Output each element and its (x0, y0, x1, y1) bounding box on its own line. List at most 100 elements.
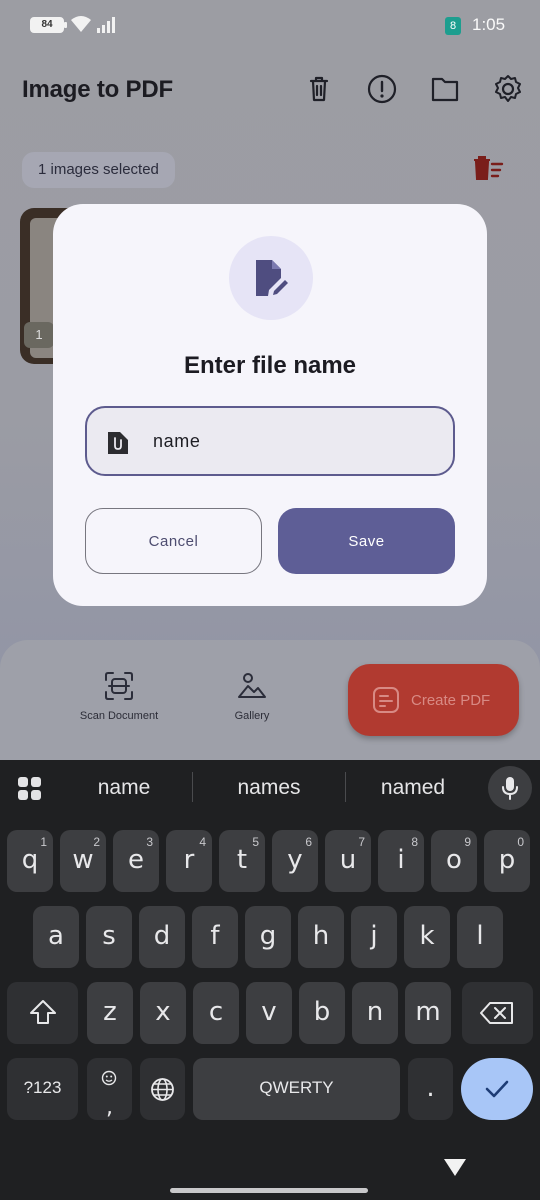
key-number-hint: 5 (252, 835, 259, 849)
language-key[interactable] (140, 1058, 185, 1120)
key-v[interactable]: v (246, 982, 292, 1044)
key-number-hint: 8 (411, 835, 418, 849)
key-label: e (128, 845, 144, 875)
suggestion-2[interactable]: names (194, 776, 344, 800)
save-button[interactable]: Save (278, 508, 455, 574)
key-label: o (446, 845, 462, 875)
key-g[interactable]: g (245, 906, 291, 968)
suggestion-1[interactable]: name (49, 776, 199, 800)
gallery-label: Gallery (234, 710, 270, 722)
selection-chip: 1 images selected (22, 152, 175, 188)
signal-icon (97, 17, 115, 33)
key-number-hint: 1 (40, 835, 47, 849)
key-y[interactable]: y6 (272, 830, 318, 892)
gallery-button[interactable]: Gallery (192, 670, 312, 722)
nav-back-icon[interactable] (443, 1157, 467, 1177)
key-label: f (210, 921, 220, 951)
delete-sort-icon[interactable] (472, 155, 504, 183)
key-label: t (236, 845, 248, 875)
key-q[interactable]: q1 (7, 830, 53, 892)
file-name-input[interactable] (153, 426, 433, 456)
key-x[interactable]: x (140, 982, 186, 1044)
app-title: Image to PDF (22, 76, 173, 103)
folder-icon[interactable] (428, 72, 462, 106)
key-label: u (339, 845, 357, 875)
enter-key[interactable] (461, 1058, 533, 1120)
key-n[interactable]: n (352, 982, 398, 1044)
clock: 1:05 (472, 15, 506, 34)
dialog-icon-badge (229, 236, 313, 320)
key-f[interactable]: f (192, 906, 238, 968)
key-r[interactable]: r4 (166, 830, 212, 892)
shift-icon (30, 1000, 56, 1024)
create-pdf-button[interactable]: Create PDF (348, 664, 519, 736)
key-label: k (419, 921, 435, 951)
suggestion-3[interactable]: named (338, 776, 488, 800)
on-screen-keyboard: name names named q1w2e3r4t5y6u7i8o9p0 as… (0, 760, 540, 1200)
wifi-icon (71, 16, 91, 32)
key-w[interactable]: w2 (60, 830, 106, 892)
document-icon (373, 687, 399, 713)
key-a[interactable]: a (33, 906, 79, 968)
key-d[interactable]: d (139, 906, 185, 968)
emoji-comma-key[interactable]: , (87, 1058, 132, 1120)
key-j[interactable]: j (351, 906, 397, 968)
key-k[interactable]: k (404, 906, 450, 968)
backspace-key[interactable] (462, 982, 533, 1044)
scan-document-button[interactable]: Scan Document (59, 670, 179, 722)
key-o[interactable]: o9 (431, 830, 477, 892)
key-i[interactable]: i8 (378, 830, 424, 892)
cancel-button[interactable]: Cancel (85, 508, 262, 574)
key-label: v (261, 997, 277, 1027)
microphone-icon (502, 777, 518, 800)
shift-key[interactable] (7, 982, 78, 1044)
trash-icon[interactable] (302, 72, 336, 106)
key-label: x (155, 997, 171, 1027)
home-gesture-handle[interactable] (170, 1188, 368, 1193)
attachment-file-icon (108, 432, 128, 454)
key-label: z (103, 997, 117, 1027)
scan-document-label: Scan Document (79, 710, 159, 722)
key-label: q (21, 845, 39, 875)
key-z[interactable]: z (87, 982, 133, 1044)
key-label: s (102, 921, 116, 951)
key-label: g (259, 921, 277, 951)
battery-icon: 84 (30, 17, 67, 33)
key-label: l (476, 921, 484, 951)
key-label: b (313, 997, 331, 1027)
key-label: j (370, 921, 378, 951)
key-s[interactable]: s (86, 906, 132, 968)
key-label: w (72, 845, 94, 875)
key-number-hint: 9 (464, 835, 471, 849)
keyboard-menu-icon[interactable] (17, 776, 43, 802)
key-b[interactable]: b (299, 982, 345, 1044)
key-number-hint: 7 (358, 835, 365, 849)
key-l[interactable]: l (457, 906, 503, 968)
file-name-field[interactable] (85, 406, 455, 476)
checkmark-icon (485, 1080, 509, 1098)
key-m[interactable]: m (405, 982, 451, 1044)
info-icon[interactable] (365, 72, 399, 106)
key-c[interactable]: c (193, 982, 239, 1044)
key-label: r (183, 845, 195, 875)
voice-input-button[interactable] (488, 766, 532, 810)
gear-icon[interactable] (491, 72, 525, 106)
key-number-hint: 2 (93, 835, 100, 849)
key-u[interactable]: u7 (325, 830, 371, 892)
dialog-title: Enter file name (183, 352, 357, 379)
key-label: a (48, 921, 64, 951)
key-p[interactable]: p0 (484, 830, 530, 892)
thumbnail-index: 1 (24, 322, 54, 348)
key-t[interactable]: t5 (219, 830, 265, 892)
gallery-icon (238, 673, 266, 698)
key-label: n (366, 997, 384, 1027)
create-pdf-label: Create PDF (411, 692, 491, 709)
key-label: c (208, 997, 224, 1027)
symbols-key[interactable]: ?123 (7, 1058, 78, 1120)
key-label: h (312, 921, 330, 951)
space-key[interactable]: QWERTY (193, 1058, 400, 1120)
period-key[interactable]: . (408, 1058, 453, 1120)
key-label: m (415, 997, 441, 1027)
key-e[interactable]: e3 (113, 830, 159, 892)
key-h[interactable]: h (298, 906, 344, 968)
